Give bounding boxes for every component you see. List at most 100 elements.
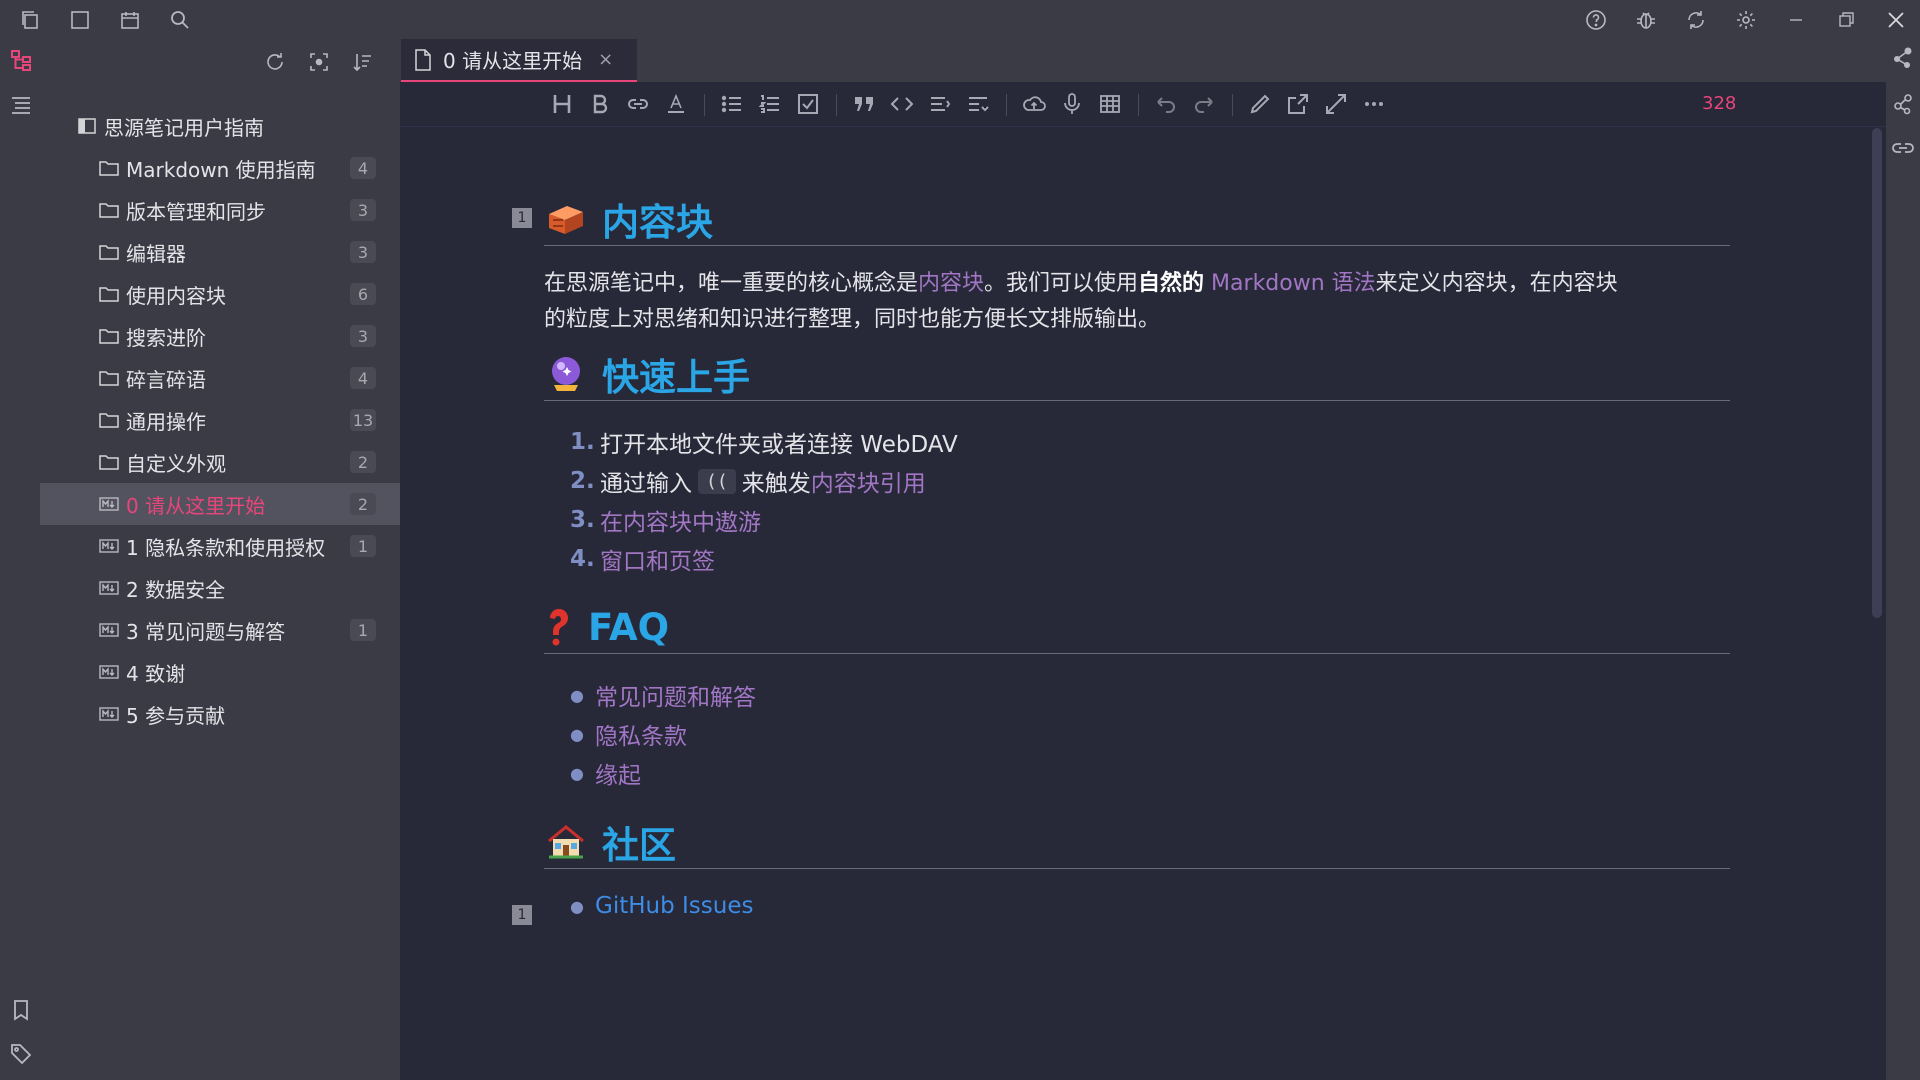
privacy-link[interactable]: 隐私条款	[595, 717, 687, 751]
faq-link[interactable]: 常见问题和解答	[595, 678, 756, 712]
code-icon[interactable]	[888, 90, 916, 118]
bold-icon[interactable]	[586, 90, 614, 118]
bricks-emoji-icon	[544, 197, 588, 241]
settings-icon[interactable]	[1732, 6, 1760, 34]
heading-text: 内容块	[602, 201, 713, 244]
heading-quick-start[interactable]: 快速上手	[544, 348, 1730, 401]
tree-item-folder[interactable]: 版本管理和同步 3	[40, 189, 400, 231]
list-item[interactable]: 3. 在内容块中遨游	[570, 503, 761, 537]
tree-item-doc[interactable]: 4 致谢	[40, 651, 400, 693]
toolbar-divider	[1232, 94, 1233, 116]
tag-icon[interactable]	[8, 1041, 34, 1067]
question-mark-emoji-icon	[544, 605, 574, 649]
markdown-doc-icon	[98, 704, 120, 724]
tree-item-doc[interactable]: 2 数据安全	[40, 567, 400, 609]
undo-icon[interactable]	[1152, 90, 1180, 118]
tree-item-label: 1 隐私条款和使用授权	[126, 535, 326, 560]
restore-icon[interactable]	[1832, 6, 1860, 34]
close-window-icon[interactable]	[1882, 6, 1910, 34]
inline-code-icon[interactable]	[926, 90, 954, 118]
block-ref-count-marker[interactable]: 1	[512, 208, 532, 228]
edit-mode-icon[interactable]	[1246, 90, 1274, 118]
checklist-icon[interactable]	[794, 90, 822, 118]
search-icon[interactable]	[166, 6, 194, 34]
tree-item-folder[interactable]: 搜索进阶 3	[40, 315, 400, 357]
tree-item-doc[interactable]: 1 隐私条款和使用授权 1	[40, 525, 400, 567]
file-tree-icon[interactable]	[8, 47, 34, 73]
list-item[interactable]: ● 缘起	[570, 756, 641, 790]
ordered-list-icon[interactable]	[756, 90, 784, 118]
heading-content-block[interactable]: 内容块	[544, 193, 1730, 246]
table-icon[interactable]	[1096, 90, 1124, 118]
indent-icon[interactable]	[964, 90, 992, 118]
roam-link[interactable]: 在内容块中遨游	[600, 503, 761, 537]
list-item[interactable]: 2. 通过输入 (( 来触发 内容块引用	[570, 464, 926, 498]
more-icon[interactable]	[1360, 90, 1388, 118]
subdoc-count-badge: 3	[350, 325, 376, 347]
graph-view-icon[interactable]	[1890, 45, 1916, 71]
global-graph-icon[interactable]	[1890, 91, 1916, 117]
list-item[interactable]: ● 隐私条款	[570, 717, 687, 751]
microphone-icon[interactable]	[1058, 90, 1086, 118]
bookmark-icon[interactable]	[8, 997, 34, 1023]
upload-icon[interactable]	[1020, 90, 1048, 118]
fullscreen-icon[interactable]	[1322, 90, 1350, 118]
content-block-link[interactable]: 内容块	[918, 271, 984, 296]
redo-icon[interactable]	[1190, 90, 1218, 118]
sort-icon[interactable]	[350, 49, 376, 75]
heading-community[interactable]: 社区	[544, 816, 1730, 869]
tab-active-doc[interactable]: 0 请从这里开始 ×	[401, 39, 637, 83]
subdoc-count-badge: 1	[350, 619, 376, 641]
copy-icon[interactable]	[16, 6, 44, 34]
heading-faq[interactable]: FAQ	[544, 601, 1730, 654]
intro-paragraph[interactable]: 在思源笔记中，唯一重要的核心概念是内容块。我们可以使用自然的 Markdown …	[544, 266, 1730, 338]
tab-close-button[interactable]: ×	[598, 49, 613, 70]
heading-text: FAQ	[588, 605, 670, 649]
github-issues-link[interactable]: GitHub Issues	[595, 893, 753, 919]
tree-item-folder[interactable]: 自定义外观 2	[40, 441, 400, 483]
tree-item-folder[interactable]: 碎言碎语 4	[40, 357, 400, 399]
editor-scrollbar[interactable]	[1872, 128, 1882, 618]
tree-item-folder[interactable]: 编辑器 3	[40, 231, 400, 273]
tree-item-folder[interactable]: 通用操作 13	[40, 399, 400, 441]
markdown-doc-icon	[98, 494, 120, 514]
tree-item-doc[interactable]: 3 常见问题与解答 1	[40, 609, 400, 651]
tree-item-folder[interactable]: Markdown 使用指南 4	[40, 147, 400, 189]
windows-tabs-link[interactable]: 窗口和页签	[600, 542, 715, 576]
folder-icon	[98, 158, 120, 178]
help-icon[interactable]	[1582, 6, 1610, 34]
list-item[interactable]: 4. 窗口和页签	[570, 542, 715, 576]
list-number: 3.	[570, 507, 595, 533]
calendar-icon[interactable]	[116, 6, 144, 34]
tree-item-label: 0 请从这里开始	[126, 493, 266, 518]
notebook-label: 思源笔记用户指南	[104, 115, 264, 140]
heading-icon[interactable]	[548, 90, 576, 118]
minimize-icon[interactable]	[1782, 6, 1810, 34]
export-icon[interactable]	[1284, 90, 1312, 118]
window-icon[interactable]	[66, 6, 94, 34]
notebook-row[interactable]: 思源笔记用户指南	[40, 105, 400, 147]
block-ref-link[interactable]: 内容块引用	[811, 464, 926, 498]
tree-item-doc-active[interactable]: 0 请从这里开始 2	[40, 483, 400, 525]
text-segment: 。我们可以使用	[984, 271, 1139, 296]
tree-item-doc[interactable]: 5 参与贡献	[40, 693, 400, 735]
link-icon[interactable]	[624, 90, 652, 118]
outline-icon[interactable]	[8, 91, 34, 117]
tree-item-folder[interactable]: 使用内容块 6	[40, 273, 400, 315]
refresh-icon[interactable]	[262, 49, 288, 75]
list-item[interactable]: 1. 打开本地文件夹或者连接 WebDAV	[570, 425, 958, 459]
list-item[interactable]: ● GitHub Issues	[570, 893, 753, 919]
bullet-list-icon[interactable]	[718, 90, 746, 118]
bold-text: 自然的	[1138, 271, 1205, 296]
backlinks-icon[interactable]	[1890, 135, 1916, 161]
markdown-syntax-link[interactable]: Markdown 语法	[1204, 271, 1376, 296]
quote-icon[interactable]	[850, 90, 878, 118]
focus-icon[interactable]	[306, 49, 332, 75]
block-ref-count-marker[interactable]: 1	[512, 905, 532, 925]
text-color-icon[interactable]	[662, 90, 690, 118]
house-emoji-icon	[544, 820, 588, 864]
bug-icon[interactable]	[1632, 6, 1660, 34]
list-item[interactable]: ● 常见问题和解答	[570, 678, 756, 712]
sync-icon[interactable]	[1682, 6, 1710, 34]
origin-link[interactable]: 缘起	[595, 756, 641, 790]
